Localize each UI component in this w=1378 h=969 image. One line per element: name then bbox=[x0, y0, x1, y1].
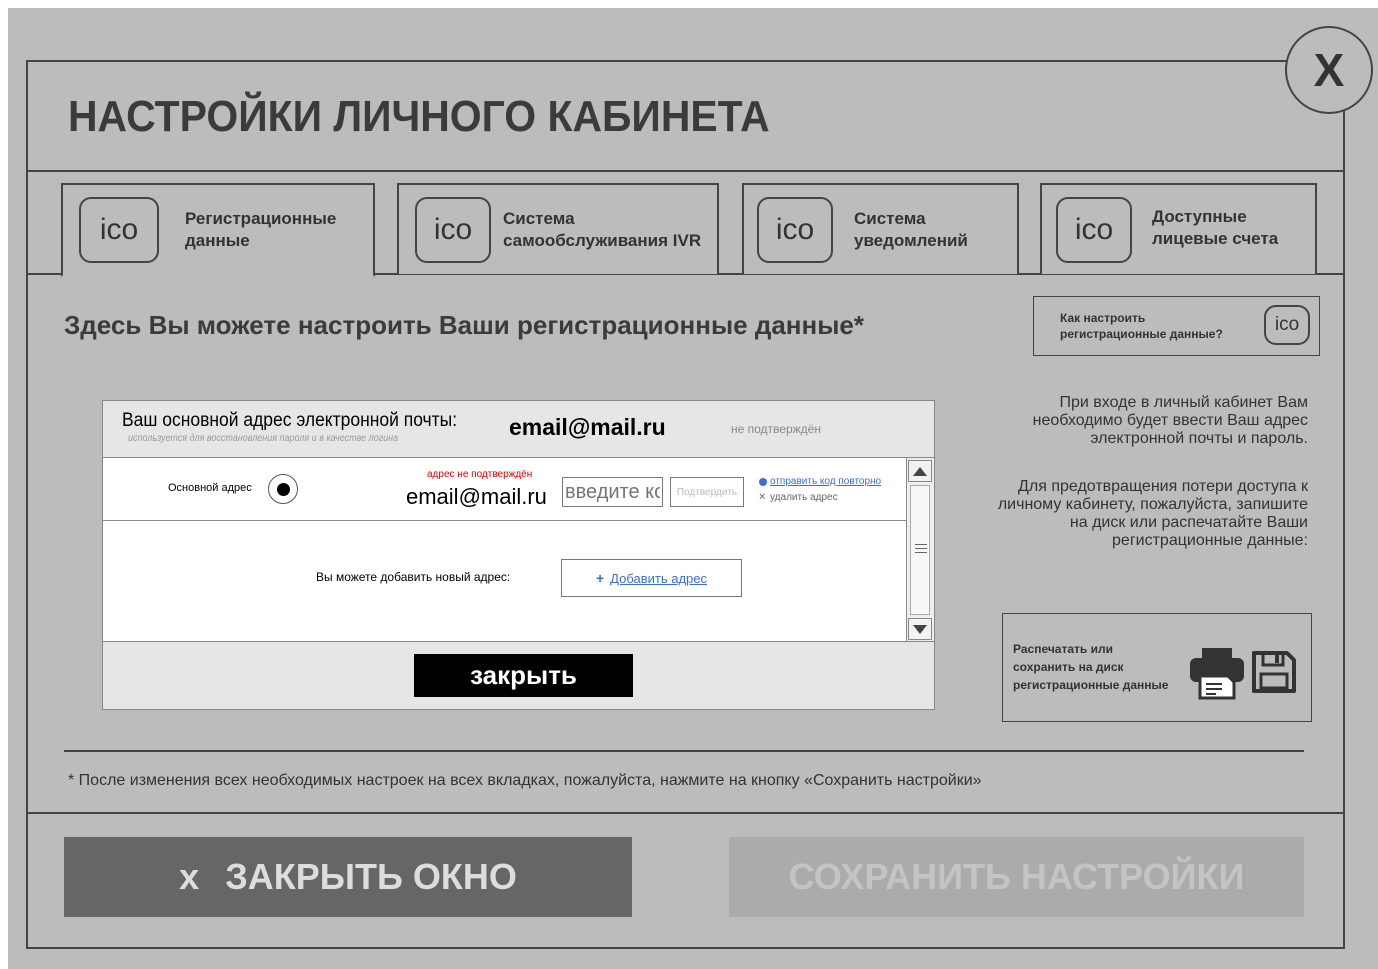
side-paragraph-login: При входе в личный кабинет Вам необходимо… bbox=[1032, 394, 1308, 447]
add-address-label: Вы можете добавить новый адрес: bbox=[316, 570, 511, 584]
window-close-button[interactable]: X bbox=[1285, 26, 1373, 114]
confirm-button[interactable]: Подтвердить bbox=[670, 477, 744, 507]
tab-ivr[interactable]: ico Система самообслуживания IVR bbox=[397, 183, 719, 274]
delete-address-link[interactable]: удалить адрес bbox=[770, 492, 838, 503]
primary-address-radio[interactable] bbox=[268, 474, 298, 504]
close-icon: X bbox=[1313, 44, 1345, 96]
delete-icon: × bbox=[759, 491, 766, 503]
tab-icon: ico bbox=[1056, 197, 1132, 263]
divider bbox=[64, 750, 1304, 752]
close-window-label: ЗАКРЫТЬ ОКНО bbox=[225, 856, 517, 897]
tab-registration-data[interactable]: ico Регистрационные данные bbox=[61, 183, 375, 277]
arrow-up-icon bbox=[913, 466, 927, 476]
help-icon[interactable]: ico bbox=[1264, 305, 1310, 345]
footnote: * После изменения всех необходимых настр… bbox=[68, 772, 982, 789]
print-save-label: Распечатать или сохранить на диск регистра… bbox=[1013, 642, 1169, 692]
confirmation-code-input[interactable] bbox=[562, 477, 663, 507]
tab-label: Система уведомлений bbox=[854, 209, 968, 250]
primary-address-label: Основной адрес bbox=[168, 482, 252, 494]
tab-icon: ico bbox=[415, 197, 491, 263]
tab-label: Система самообслуживания IVR bbox=[503, 209, 702, 250]
side-paragraph-backup: Для предотвращения потери доступа к лично… bbox=[997, 478, 1308, 549]
divider bbox=[103, 520, 906, 521]
divider bbox=[27, 170, 1345, 172]
floppy-disk-icon[interactable] bbox=[1251, 650, 1297, 694]
help-label: Как настроить регистрационные данные? bbox=[1060, 311, 1223, 341]
dialog-close-button[interactable]: закрыть bbox=[414, 654, 633, 697]
radio-dot-icon bbox=[276, 482, 290, 496]
tab-icon: ico bbox=[757, 197, 833, 263]
arrow-down-icon bbox=[913, 624, 927, 634]
divider bbox=[27, 812, 1345, 814]
scroll-down-button[interactable] bbox=[908, 618, 932, 640]
printer-icon[interactable] bbox=[1188, 646, 1246, 700]
divider bbox=[103, 641, 934, 642]
add-address-button-label: Добавить адрес bbox=[610, 570, 708, 586]
plus-icon: + bbox=[595, 570, 605, 586]
close-window-button[interactable]: x ЗАКРЫТЬ ОКНО bbox=[64, 837, 632, 917]
close-x-icon: x bbox=[179, 856, 200, 897]
add-address-button[interactable]: + Добавить адрес bbox=[561, 559, 742, 597]
tab-icon: ico bbox=[79, 197, 159, 263]
tab-label: Доступные лицевые счета bbox=[1152, 207, 1279, 248]
save-settings-button[interactable]: СОХРАНИТЬ НАСТРОЙКИ bbox=[729, 837, 1304, 917]
email-header-label: Ваш основной адрес электронной почты: bbox=[122, 410, 458, 431]
scroll-thumb[interactable] bbox=[910, 485, 930, 615]
row-email: email@mail.ru bbox=[406, 484, 547, 509]
tab-notifications[interactable]: ico Система уведомлений bbox=[742, 183, 1019, 274]
resend-icon bbox=[759, 478, 767, 486]
header-email: email@mail.ru bbox=[509, 414, 666, 440]
scroll-up-button[interactable] bbox=[908, 460, 932, 482]
page-title: НАСТРОЙКИ ЛИЧНОГО КАБИНЕТА bbox=[68, 92, 770, 141]
resend-code-link[interactable]: отправить код повторно bbox=[770, 476, 881, 487]
tab-label: Регистрационные данные bbox=[185, 209, 337, 250]
header-status: не подтверждён bbox=[731, 422, 821, 436]
section-title: Здесь Вы можете настроить Ваши регистрац… bbox=[64, 310, 864, 340]
tab-accounts[interactable]: ico Доступные лицевые счета bbox=[1040, 183, 1317, 274]
email-header-sublabel: используется для восстановления пароля и… bbox=[128, 433, 399, 444]
unconfirmed-warning: адрес не подтверждён bbox=[427, 469, 533, 480]
